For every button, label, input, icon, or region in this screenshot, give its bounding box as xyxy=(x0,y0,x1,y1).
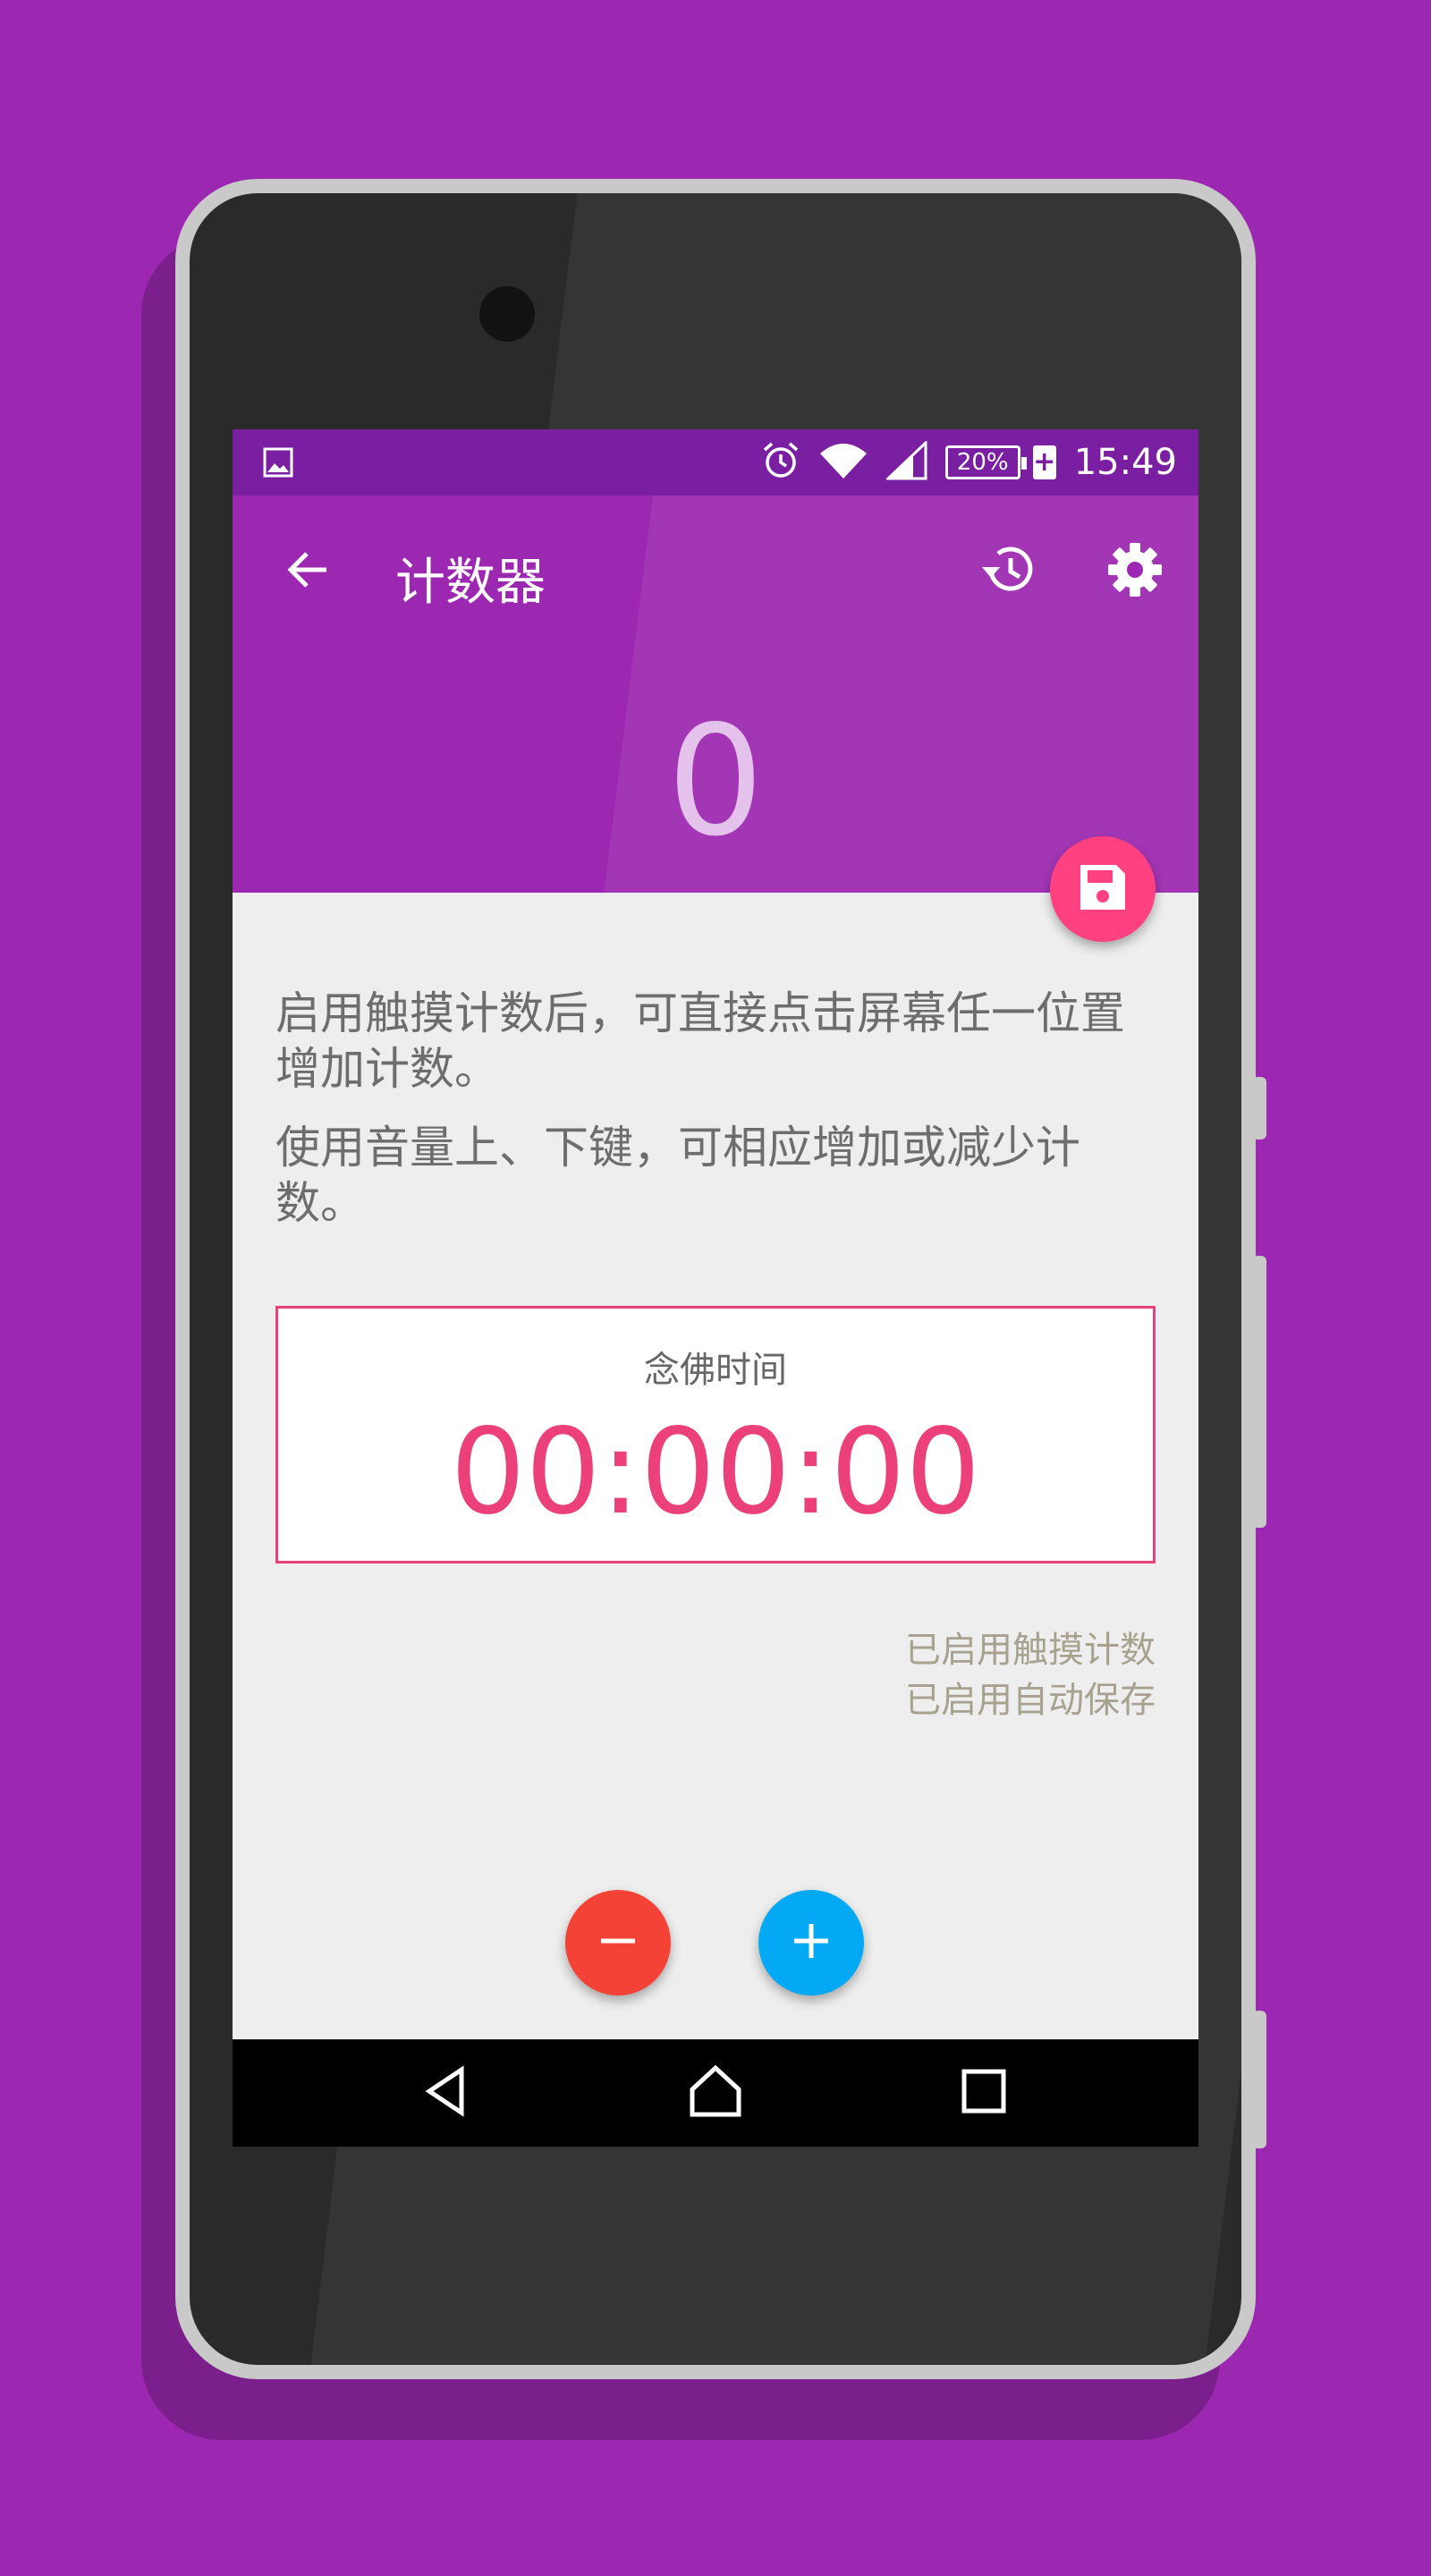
back-button[interactable] xyxy=(268,531,349,612)
navigation-bar xyxy=(233,2039,1198,2147)
nav-recents-button[interactable] xyxy=(948,2057,1020,2129)
side-button-volume xyxy=(1252,1256,1266,1528)
app-screen: 20% + 15:49 计数器 0 启用触摸计数后，可直接点击屏幕任一位置增加计… xyxy=(233,429,1198,2147)
minus-icon xyxy=(596,1919,640,1967)
arrow-back-icon xyxy=(282,543,335,600)
battery-group: 20% + xyxy=(944,445,1056,479)
timer-label: 念佛时间 xyxy=(644,1350,787,1391)
signal-icon xyxy=(884,439,927,484)
nav-home-icon xyxy=(687,2063,744,2123)
settings-button[interactable] xyxy=(1095,531,1175,612)
nav-back-icon xyxy=(420,2064,474,2122)
save-button[interactable] xyxy=(1050,836,1156,942)
hint-volume-keys: 使用音量上、下键，可相应增加或减少计数。 xyxy=(275,1122,1080,1229)
history-button[interactable] xyxy=(968,531,1048,612)
side-button-camera xyxy=(1252,2011,1266,2148)
timer-card[interactable]: 念佛时间 00:00:00 xyxy=(275,1306,1156,1563)
page-title: 计数器 xyxy=(395,554,546,612)
wifi-icon xyxy=(818,441,868,484)
alarm-icon xyxy=(761,441,800,484)
counter-value: 0 xyxy=(666,693,765,870)
history-icon xyxy=(978,540,1037,603)
nav-recents-icon xyxy=(961,2068,1007,2118)
app-bar: 计数器 0 xyxy=(233,496,1198,893)
side-button-top xyxy=(1252,1077,1266,1140)
battery-percent: 20% xyxy=(956,449,1009,476)
nav-back-button[interactable] xyxy=(411,2057,483,2129)
nav-home-button[interactable] xyxy=(680,2057,751,2129)
timer-value: 00:00:00 xyxy=(450,1403,981,1541)
image-notification-icon xyxy=(263,447,293,481)
gear-icon xyxy=(1105,540,1164,603)
decrement-button[interactable] xyxy=(565,1890,671,1996)
increment-button[interactable] xyxy=(758,1890,864,1996)
hint-touch-count: 启用触摸计数后，可直接点击屏幕任一位置增加计数。 xyxy=(275,987,1125,1095)
status-time: 15:49 xyxy=(1073,442,1177,483)
save-icon xyxy=(1077,861,1129,917)
battery-icon: 20% xyxy=(944,445,1027,479)
touch-count-enabled-note: 已启用触摸计数 xyxy=(905,1630,1156,1671)
front-camera xyxy=(479,286,535,342)
plus-icon xyxy=(789,1919,834,1967)
autosave-enabled-note: 已启用自动保存 xyxy=(905,1680,1156,1721)
charging-icon: + xyxy=(1032,445,1056,479)
status-bar: 20% + 15:49 xyxy=(233,429,1198,496)
